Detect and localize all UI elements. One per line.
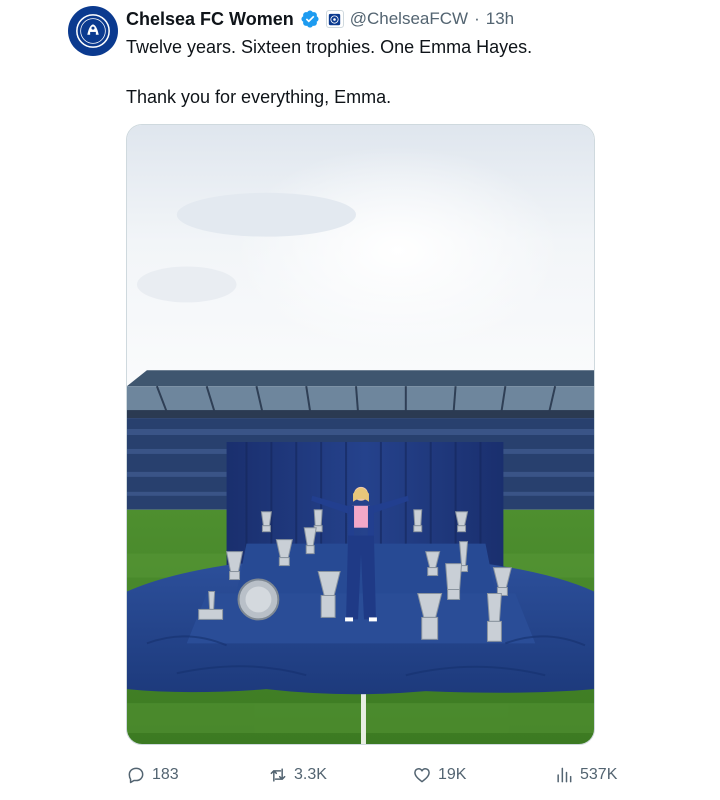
heart-icon (414, 768, 430, 783)
reply-button[interactable]: 183 (126, 762, 179, 788)
views-chart-icon (557, 767, 572, 783)
repost-button[interactable]: 3.3K (268, 762, 327, 788)
separator: · (474, 9, 480, 28)
avatar[interactable] (68, 6, 118, 56)
views-count: 537K (580, 766, 618, 783)
chelsea-crest-icon (76, 14, 110, 48)
photo-emma-hayes-trophies (127, 125, 594, 744)
timestamp[interactable]: 13h (486, 9, 514, 29)
tweet-text-line-1: Twelve years. Sixteen trophies. One Emma… (126, 37, 533, 57)
tweet-photo[interactable] (126, 124, 595, 745)
views-button[interactable]: 537K (554, 762, 617, 788)
tweet-actions: 183 3.3K 19K 537K (126, 762, 626, 788)
repost-count: 3.3K (294, 766, 327, 783)
tweet-text-line-2: Thank you for everything, Emma. (126, 87, 392, 107)
handle[interactable]: @ChelseaFCW (350, 9, 468, 29)
reply-icon (128, 767, 144, 784)
chelsea-affiliate-badge-icon[interactable] (325, 10, 344, 28)
tweet[interactable]: Chelsea FC Women @ChelseaFCW · 13h Twelv… (0, 0, 720, 800)
tweet-header: Chelsea FC Women @ChelseaFCW · 13h (126, 6, 514, 32)
verified-badge-icon[interactable] (300, 9, 320, 29)
like-button[interactable]: 19K (412, 762, 466, 788)
like-count: 19K (438, 766, 467, 783)
repost-icon (270, 768, 286, 782)
display-name[interactable]: Chelsea FC Women (126, 9, 294, 30)
reply-count: 183 (152, 766, 179, 783)
